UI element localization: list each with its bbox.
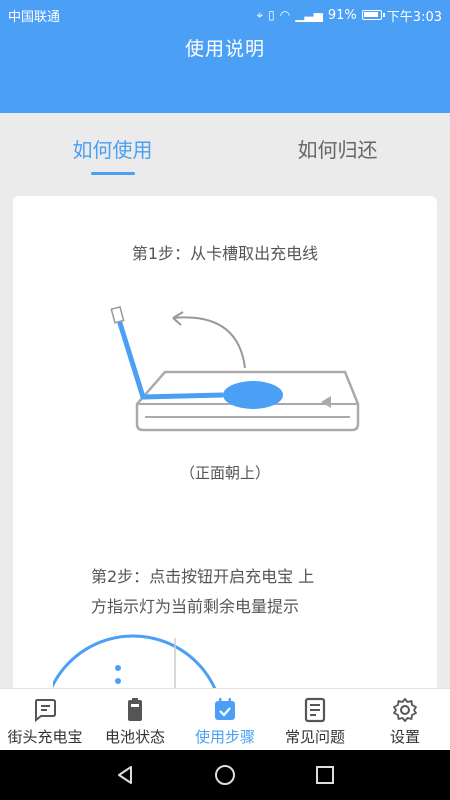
status-bar: 中国联通 ⌖ ▯ ◠ ▁▃▅ 91% 下午3:03: [0, 0, 450, 30]
battery-percent: 91%: [327, 7, 357, 23]
step-2-line-2: 方指示灯为当前剩余电量提示: [91, 597, 300, 616]
back-icon[interactable]: [113, 763, 137, 787]
step-1-text: 第1步：从卡槽取出充电线: [131, 244, 319, 263]
tabbar-item-usage-steps[interactable]: 使用步骤: [180, 689, 270, 750]
home-icon[interactable]: [213, 763, 237, 787]
bottom-tab-bar: 街头充电宝 电池状态 使用步骤 常见问题 设置: [0, 688, 450, 750]
instruction-card: 第1步：从卡槽取出充电线 （正面朝上） 第2步：点击按钮开启充电宝 上 方指示灯…: [13, 196, 437, 716]
pull-arrow-shape: [172, 311, 246, 369]
tabbar-label: 电池状态: [104, 728, 165, 746]
step-1-caption: （正面朝上）: [179, 464, 270, 482]
tabbar-item-faq[interactable]: 常见问题: [270, 689, 360, 750]
usage-tabs: 如何使用 如何归还: [0, 113, 450, 183]
app-header: 中国联通 ⌖ ▯ ◠ ▁▃▅ 91% 下午3:03 使用说明: [0, 0, 450, 113]
signal-icon: ▁▃▅: [295, 8, 323, 22]
location-icon: ⌖: [256, 7, 264, 22]
battery-status-icon: [361, 10, 385, 20]
gear-icon: [393, 698, 417, 722]
wifi-icon: ◠: [279, 8, 291, 22]
status-icons: ⌖ ▯ ◠ ▁▃▅ 91% 下午3:03: [256, 6, 442, 25]
calendar-check-icon: [215, 698, 235, 720]
carrier-label: 中国联通: [8, 9, 61, 25]
tabbar-label: 使用步骤: [194, 728, 255, 746]
tab-how-to-use[interactable]: 如何使用: [0, 113, 225, 183]
tabbar-label: 设置: [389, 728, 420, 746]
tabbar-label: 街头充电宝: [7, 728, 83, 746]
recents-icon[interactable]: [313, 763, 337, 787]
vibrate-icon: ▯: [268, 8, 275, 22]
step-1-illustration: [110, 306, 360, 432]
message-icon: [35, 699, 56, 723]
step-2-text: 第2步：点击按钮开启充电宝 上 方指示灯为当前剩余电量提示: [13, 562, 437, 622]
tab-how-to-return[interactable]: 如何归还: [225, 113, 450, 183]
clock: 下午3:03: [386, 9, 442, 25]
page-title: 使用说明: [184, 38, 265, 60]
battery-icon: [128, 698, 142, 721]
tabbar-item-battery-status[interactable]: 电池状态: [90, 689, 180, 750]
tabbar-item-settings[interactable]: 设置: [360, 689, 450, 750]
step-2-line-1: 第2步：点击按钮开启充电宝 上: [91, 567, 315, 586]
tabbar-label: 常见问题: [284, 728, 345, 746]
tabbar-item-street-powerbank[interactable]: 街头充电宝: [0, 689, 90, 750]
system-nav-bar: [0, 750, 450, 800]
document-icon: [304, 697, 326, 723]
charging-cable-shape: [110, 306, 283, 409]
